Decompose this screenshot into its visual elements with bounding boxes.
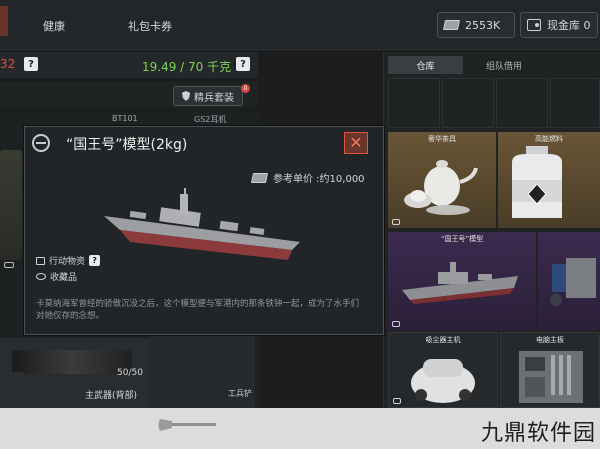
tag-action-supply-label: 行动物资 [49, 257, 86, 267]
close-button[interactable]: ✕ [344, 132, 368, 154]
warship-model-image [104, 188, 300, 260]
collectible-icon [36, 273, 46, 280]
motherboard-icon [519, 351, 583, 403]
shovel-label: 工兵铲 [228, 389, 252, 398]
storage-cell[interactable] [496, 78, 548, 128]
cash-icon [250, 172, 269, 183]
top-left-thumb [0, 6, 8, 36]
cash-icon [442, 20, 461, 30]
item-device[interactable] [538, 232, 600, 330]
ammo-count: 50/50 [117, 368, 143, 378]
help-icon[interactable]: ? [24, 57, 38, 71]
weight-readout: 19.49 / 70 千克 [142, 60, 232, 74]
notification-badge: 0 [241, 84, 250, 93]
cash-amount: 2553K [465, 18, 501, 32]
storage-cell[interactable] [388, 78, 440, 128]
elite-suit-label: 精兵套装 [194, 92, 234, 104]
reference-price-text: 参考单价 :约10,000 [273, 174, 365, 185]
cash-balance[interactable]: 2553K [437, 12, 515, 38]
shovel-icon [158, 419, 216, 431]
vacuum-icon [411, 359, 475, 403]
cash-vault-button[interactable]: 现金库 0 [520, 12, 598, 38]
character-thumb[interactable] [0, 150, 22, 260]
teapot-icon [404, 160, 478, 215]
tab-gift-cards[interactable]: 礼包卡券 [128, 18, 172, 34]
item-description: 卡莫纳海军曾经的骄傲沉没之后，这个模型便与军港内的那条铁钟一起，成为了水手们对她… [36, 299, 360, 322]
rifle-image [12, 350, 132, 374]
tab-team-loan[interactable]: 组队借用 [466, 56, 542, 74]
globe-icon [32, 134, 50, 152]
storage-cell[interactable] [550, 78, 600, 128]
item-tag-icon [392, 321, 400, 327]
reference-price: 参考单价 :约10,000 [250, 170, 365, 185]
slot-label-1: BT101 [112, 114, 138, 123]
item-label: “国王号”模型 [440, 235, 484, 243]
tag-collectible: 收藏品 [36, 270, 77, 283]
item-motherboard[interactable]: 电脑主板 [500, 332, 600, 408]
warship-icon [402, 262, 518, 304]
weapon-attachment [6, 372, 24, 392]
item-label: 电脑主板 [536, 336, 564, 344]
box-icon [36, 256, 45, 265]
weight-help-icon[interactable]: ? [236, 57, 250, 71]
modal-title: “国王号”模型(2kg) [66, 137, 188, 153]
item-label: 高能燃料 [535, 135, 563, 143]
shield-icon [182, 91, 190, 101]
close-icon: ✕ [349, 133, 363, 152]
tab-health[interactable]: 健康 [43, 18, 65, 34]
item-vacuum-cleaner[interactable]: 吸尘器主机 [388, 332, 498, 408]
tag-collectible-label: 收藏品 [50, 273, 78, 283]
left-value: 32 [0, 57, 16, 71]
storage-cell[interactable] [442, 78, 494, 128]
fuel-canister-icon [512, 146, 562, 218]
watermark: 九鼎软件园 [480, 421, 596, 446]
tag-help-icon[interactable]: ? [89, 255, 101, 266]
primary-weapon-label: 主武器(背部) [85, 391, 138, 401]
tag-action-supply: 行动物资 ? [36, 254, 101, 267]
item-tea-set[interactable]: 奢华茶具 [388, 132, 496, 228]
item-label: 吸尘器主机 [425, 336, 461, 344]
tab-warehouse[interactable]: 仓库 [388, 56, 463, 74]
cash-vault-label: 现金库 0 [547, 19, 591, 32]
item-tag-icon [393, 398, 401, 404]
engine-part-icon [550, 258, 596, 306]
slot-label-2: GS2耳机 [194, 115, 227, 124]
wallet-icon [527, 19, 541, 31]
item-king-model[interactable]: “国王号”模型 [388, 232, 536, 330]
slot-small-icon [4, 262, 14, 268]
item-label: 奢华茶具 [428, 135, 456, 143]
elite-suit-button[interactable]: 精兵套装 [173, 86, 243, 106]
item-high-energy-fuel[interactable]: 高能燃料 [498, 132, 600, 228]
item-tag-icon [392, 219, 400, 225]
